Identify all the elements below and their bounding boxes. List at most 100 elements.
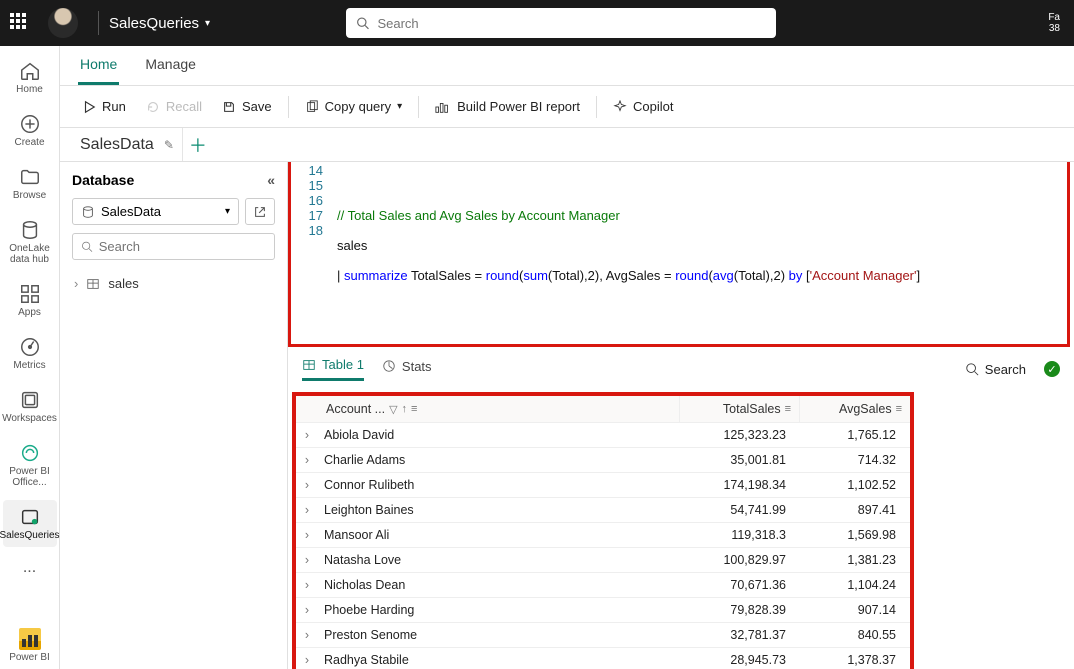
user-meta-line1: Fa: [1048, 12, 1060, 23]
table-row[interactable]: ›Preston Senome32,781.37840.55: [296, 623, 910, 648]
chevron-down-icon: ▾: [397, 101, 402, 112]
rail-pbi-office[interactable]: Power BI Office...: [3, 436, 57, 494]
divider: [288, 96, 289, 118]
tree-item-sales[interactable]: › sales: [72, 272, 275, 295]
table-row[interactable]: ›Radhya Stabile28,945.731,378.37: [296, 648, 910, 669]
global-search[interactable]: [346, 8, 776, 38]
rail-apps[interactable]: Apps: [3, 277, 57, 324]
powerbi-icon: [19, 628, 41, 650]
cell-totalsales: 174,198.34: [680, 478, 800, 492]
cell-avgsales: 1,569.98: [800, 528, 910, 542]
cell-avgsales: 907.14: [800, 603, 910, 617]
rail-powerbi[interactable]: Power BI: [3, 622, 57, 669]
chevron-down-icon: ▾: [205, 18, 210, 29]
cell-totalsales: 54,741.99: [680, 503, 800, 517]
sparkle-icon: [613, 100, 627, 114]
cell-totalsales: 32,781.37: [680, 628, 800, 642]
expand-row-icon[interactable]: ›: [296, 453, 318, 467]
editor-area: 14 15 16 17 18 // Total Sales and Avg Sa…: [288, 162, 1074, 669]
rail-home[interactable]: Home: [3, 54, 57, 101]
cell-account: Natasha Love: [318, 553, 680, 567]
user-meta: Fa 38: [1048, 12, 1064, 34]
code-editor[interactable]: 14 15 16 17 18 // Total Sales and Avg Sa…: [288, 162, 1070, 347]
column-menu-icon[interactable]: ≡: [785, 403, 791, 415]
build-report-button[interactable]: Build Power BI report: [427, 94, 588, 119]
expand-row-icon[interactable]: ›: [296, 428, 318, 442]
tab-home[interactable]: Home: [78, 56, 119, 85]
cell-account: Abiola David: [318, 428, 680, 442]
expand-row-icon[interactable]: ›: [296, 503, 318, 517]
rail-metrics[interactable]: Metrics: [3, 330, 57, 377]
rename-tab-icon[interactable]: ✎: [164, 138, 174, 152]
table-row[interactable]: ›Charlie Adams35,001.81714.32: [296, 448, 910, 473]
new-tab-button[interactable]: ＋: [182, 128, 213, 161]
cell-totalsales: 28,945.73: [680, 653, 800, 667]
cell-totalsales: 119,318.3: [680, 528, 800, 542]
rail-onelake[interactable]: OneLake data hub: [3, 213, 57, 271]
col-header-account[interactable]: Account ... ▽ ↑ ≡: [318, 396, 680, 422]
divider: [418, 96, 419, 118]
rail-browse[interactable]: Browse: [3, 160, 57, 207]
app-launcher-icon[interactable]: [10, 13, 30, 33]
table-row[interactable]: ›Mansoor Ali119,318.31,569.98: [296, 523, 910, 548]
database-panel: Database « SalesData ▾: [60, 162, 288, 669]
cell-account: Connor Rulibeth: [318, 478, 680, 492]
results-tabs: Table 1 Stats Search ✓: [288, 347, 1074, 388]
copy-query-button[interactable]: Copy query▾: [297, 94, 411, 119]
cell-avgsales: 840.55: [800, 628, 910, 642]
tab-manage[interactable]: Manage: [143, 56, 198, 85]
database-search[interactable]: [72, 233, 275, 260]
sort-asc-icon[interactable]: ↑: [402, 403, 408, 415]
rail-create[interactable]: Create: [3, 107, 57, 154]
expand-row-icon[interactable]: ›: [296, 628, 318, 642]
tables-tree: › sales: [60, 268, 287, 299]
workspace-switcher[interactable]: SalesQueries ▾: [109, 15, 210, 32]
rail-salesqueries[interactable]: SalesQueries: [3, 500, 57, 547]
divider: [596, 96, 597, 118]
col-header-totalsales[interactable]: TotalSales ≡: [680, 396, 800, 422]
column-menu-icon[interactable]: ≡: [896, 403, 902, 415]
collapse-panel-icon[interactable]: «: [267, 172, 275, 188]
expand-row-icon[interactable]: ›: [296, 478, 318, 492]
table-row[interactable]: ›Connor Rulibeth174,198.341,102.52: [296, 473, 910, 498]
column-menu-icon[interactable]: ≡: [411, 403, 417, 415]
search-icon: [356, 16, 369, 30]
copilot-button[interactable]: Copilot: [605, 94, 681, 119]
col-header-avgsales[interactable]: AvgSales ≡: [800, 396, 910, 422]
table-row[interactable]: ›Nicholas Dean70,671.361,104.24: [296, 573, 910, 598]
table-row[interactable]: ›Phoebe Harding79,828.39907.14: [296, 598, 910, 623]
run-button[interactable]: Run: [74, 94, 134, 119]
recall-button[interactable]: Recall: [138, 94, 210, 119]
rail-more[interactable]: ...: [3, 553, 57, 583]
table-row[interactable]: ›Natasha Love100,829.971,381.23: [296, 548, 910, 573]
save-button[interactable]: Save: [214, 94, 280, 119]
expand-row-icon[interactable]: ›: [296, 603, 318, 617]
table-row[interactable]: ›Abiola David125,323.231,765.12: [296, 423, 910, 448]
results-search-button[interactable]: Search: [961, 360, 1030, 379]
code-content[interactable]: // Total Sales and Avg Sales by Account …: [331, 162, 1067, 344]
query-tab-strip: SalesData ✎ ＋: [60, 128, 1074, 162]
line-gutter: 14 15 16 17 18: [291, 162, 331, 344]
cell-avgsales: 1,104.24: [800, 578, 910, 592]
expand-row-icon[interactable]: ›: [296, 553, 318, 567]
expand-row-icon[interactable]: ›: [296, 578, 318, 592]
user-meta-line2: 38: [1048, 23, 1060, 34]
avatar[interactable]: [48, 8, 78, 38]
global-search-input[interactable]: [377, 16, 766, 31]
tree-item-label: sales: [108, 276, 138, 291]
database-selector-label: SalesData: [101, 204, 161, 219]
database-selector[interactable]: SalesData ▾: [72, 198, 239, 225]
expand-row-icon[interactable]: ›: [296, 528, 318, 542]
database-search-input[interactable]: [99, 239, 266, 254]
filter-icon[interactable]: ▽: [389, 403, 397, 416]
results-tab-stats[interactable]: Stats: [382, 359, 432, 380]
results-tab-table[interactable]: Table 1: [302, 357, 364, 381]
results-grid: Account ... ▽ ↑ ≡ TotalSales ≡ AvgSales …: [292, 392, 914, 669]
query-tab-salesdata[interactable]: SalesData: [70, 128, 164, 161]
expand-row-icon[interactable]: ›: [296, 653, 318, 667]
rail-workspaces[interactable]: Workspaces: [3, 383, 57, 430]
open-external-button[interactable]: [245, 198, 275, 225]
table-row[interactable]: ›Leighton Baines54,741.99897.41: [296, 498, 910, 523]
cell-totalsales: 79,828.39: [680, 603, 800, 617]
cell-totalsales: 125,323.23: [680, 428, 800, 442]
